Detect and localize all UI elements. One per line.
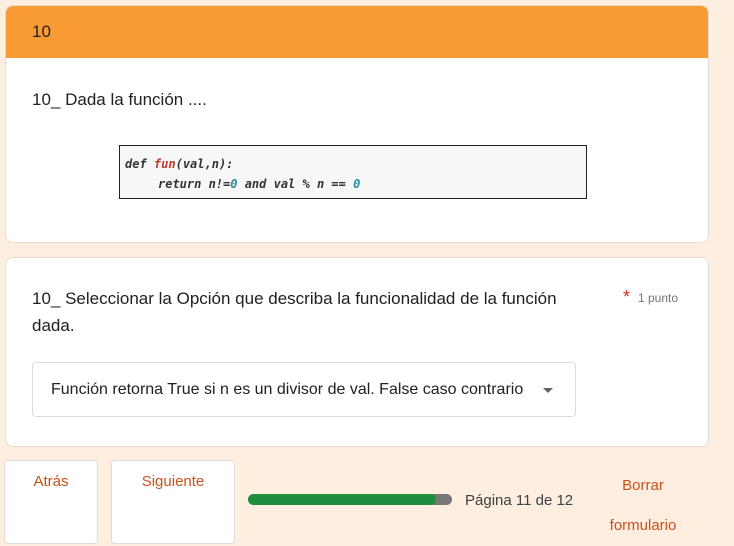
code-image: def fun(val,n): return n!= 0 and val % n … bbox=[119, 145, 587, 199]
progress-bar bbox=[248, 494, 452, 505]
code-line-2: return n!=0 and val % n == 0 bbox=[125, 174, 581, 194]
back-button[interactable]: Atrás bbox=[4, 460, 98, 544]
section-title: 10_ Dada la función .... bbox=[32, 90, 207, 109]
code-function-name: fun bbox=[153, 157, 176, 171]
clear-form-button[interactable]: Borrar formulario bbox=[598, 466, 688, 546]
clear-form-label-2: formulario bbox=[609, 517, 677, 534]
code-return: return n!= bbox=[158, 177, 231, 191]
section-card: 10 10_ Dada la función .... def fun(val,… bbox=[5, 5, 709, 243]
question-title: 10_ Seleccionar la Opción que describa l… bbox=[32, 289, 557, 335]
answer-dropdown[interactable]: Función retorna True si n es un divisor … bbox=[32, 362, 576, 417]
code-keyword: def bbox=[125, 157, 154, 171]
question-card: 10_ Seleccionar la Opción que describa l… bbox=[5, 257, 709, 447]
progress-fill bbox=[248, 494, 436, 505]
code-args: (val,n): bbox=[175, 157, 234, 171]
page-indicator: Página 11 de 12 bbox=[465, 492, 574, 509]
dropdown-selected-value: Función retorna True si n es un divisor … bbox=[51, 380, 524, 398]
chevron-down-icon bbox=[543, 388, 553, 393]
code-expression: and val % n == bbox=[237, 177, 354, 191]
required-asterisk: * bbox=[623, 287, 631, 307]
section-header: 10 bbox=[6, 6, 708, 58]
next-button[interactable]: Siguiente bbox=[111, 460, 235, 544]
clear-form-label-1: Borrar bbox=[622, 477, 664, 494]
code-line-1: def fun(val,n): bbox=[125, 154, 581, 174]
question-points: 1 punto bbox=[638, 291, 679, 305]
code-number: 0 bbox=[353, 177, 361, 191]
